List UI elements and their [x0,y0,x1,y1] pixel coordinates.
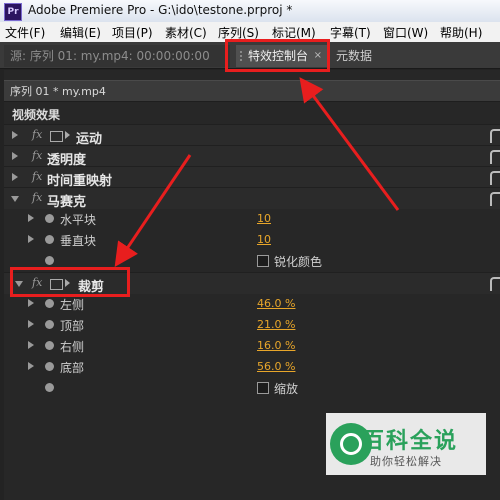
watermark-subtitle: 助你轻松解决 [370,455,442,468]
checkbox-label: 缩放 [274,382,299,396]
expand-arrow-icon[interactable] [28,214,34,222]
reset-icon[interactable] [490,171,500,185]
expand-arrow-icon[interactable] [28,362,34,370]
zoom-checkbox[interactable] [257,382,269,394]
premiere-app-icon: Pr [4,3,22,21]
stopwatch-icon[interactable] [45,299,54,308]
stopwatch-icon[interactable] [45,214,54,223]
param-row-vertical-blocks: 垂直块 10 [4,229,500,250]
stopwatch-icon[interactable] [45,362,54,371]
tab-metadata[interactable]: 元数据 [334,45,414,67]
param-name: 垂直块 [60,234,97,248]
param-value[interactable]: 46.0 % [257,297,295,310]
sequence-clip-label: 序列 01 * my.mp4 [10,85,106,98]
stopwatch-icon[interactable] [45,256,54,265]
fx-toggle-icon[interactable]: fx [32,149,42,162]
expand-arrow-icon[interactable] [12,152,18,160]
fx-toggle-icon[interactable]: fx [32,191,42,204]
param-row-top: 顶部 21.0 % [4,314,500,335]
param-name: 水平块 [60,213,97,227]
tab-source-monitor[interactable]: 源: 序列 01: my.mp4: 00:00:00:00 [4,45,230,67]
param-value[interactable]: 21.0 % [257,318,295,331]
stopwatch-icon[interactable] [45,383,54,392]
sequence-header: 序列 01 * my.mp4 [4,80,500,102]
reset-icon[interactable] [490,129,500,143]
expand-arrow-icon[interactable] [28,235,34,243]
video-effects-heading: 视频效果 [12,108,61,122]
param-row-right: 右侧 16.0 % [4,335,500,356]
expand-arrow-icon[interactable] [28,341,34,349]
fx-toggle-icon[interactable]: fx [32,170,42,183]
param-row-horizontal-blocks: 水平块 10 [4,208,500,229]
title-bar: Pr Adobe Premiere Pro - G:\ido\testone.p… [0,0,500,23]
expand-arrow-icon[interactable] [28,320,34,328]
reset-icon[interactable] [490,277,500,291]
param-value[interactable]: 56.0 % [257,360,295,373]
param-row-bottom: 底部 56.0 % [4,356,500,377]
motion-transform-icon[interactable] [50,131,63,142]
stopwatch-icon[interactable] [45,320,54,329]
param-name: 右侧 [60,340,85,354]
menu-clip[interactable]: 素材(C) [165,24,207,41]
menu-project[interactable]: 项目(P) [112,24,153,41]
param-name: 顶部 [60,319,85,333]
menu-help[interactable]: 帮助(H) [440,24,482,41]
collapse-arrow-icon[interactable] [11,196,19,202]
baike-watermark: 百科全说 助你轻松解决 [326,413,486,475]
effect-row-time-remap[interactable]: fx 时间重映射 [4,166,500,189]
effect-row-opacity[interactable]: fx 透明度 [4,145,500,168]
reset-icon[interactable] [490,192,500,206]
sharpen-colors-checkbox[interactable] [257,255,269,267]
menu-file[interactable]: 文件(F) [5,24,45,41]
param-value[interactable]: 10 [257,233,271,246]
menu-window[interactable]: 窗口(W) [383,24,428,41]
param-row-zoom: 缩放 [4,377,500,398]
expand-arrow-icon[interactable] [28,299,34,307]
checkbox-label: 锐化颜色 [274,255,323,269]
video-effects-section: 视频效果 [4,103,500,124]
param-name: 底部 [60,361,85,375]
effect-row-motion[interactable]: fx 运动 [4,124,500,147]
highlight-box-crop-effect [10,267,130,297]
watermark-title: 百科全说 [362,429,459,454]
expand-arrow-icon[interactable] [12,131,18,139]
expand-arrow-icon[interactable] [12,173,18,181]
effect-row-mosaic[interactable]: fx 马赛克 [4,187,500,210]
menu-edit[interactable]: 编辑(E) [60,24,101,41]
highlight-box-effect-controls-tab [225,39,330,72]
motion-arrow-icon [65,131,70,139]
param-name: 左侧 [60,298,85,312]
menu-title[interactable]: 字幕(T) [330,24,371,41]
window-title: Adobe Premiere Pro - G:\ido\testone.prpr… [28,3,293,17]
stopwatch-icon[interactable] [45,235,54,244]
fx-toggle-icon[interactable]: fx [32,128,42,141]
reset-icon[interactable] [490,150,500,164]
param-value[interactable]: 16.0 % [257,339,295,352]
stopwatch-icon[interactable] [45,341,54,350]
param-value[interactable]: 10 [257,212,271,225]
